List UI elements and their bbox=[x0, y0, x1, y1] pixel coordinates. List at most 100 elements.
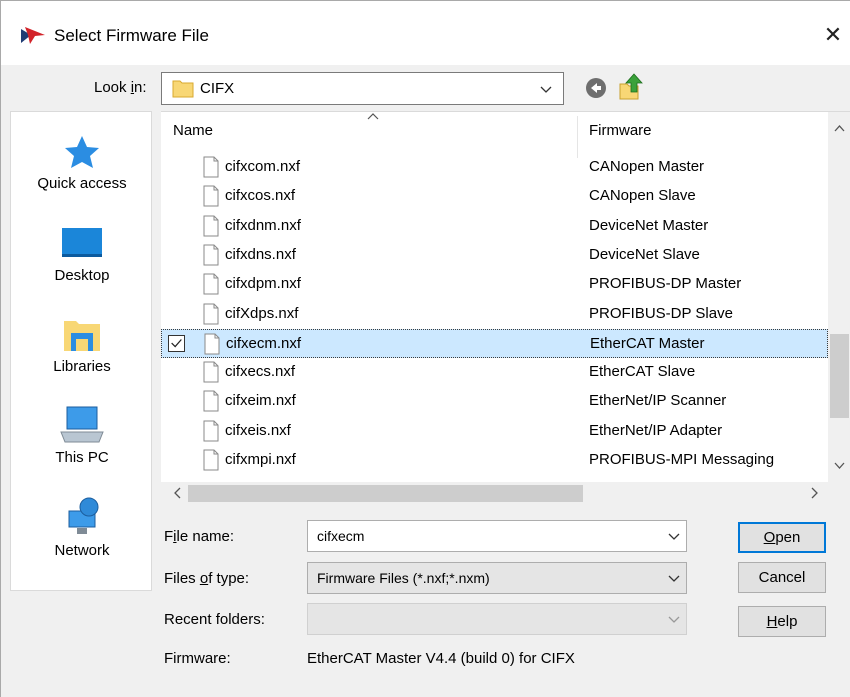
file-firmware: EtherNet/IP Adapter bbox=[589, 421, 723, 439]
file-list[interactable]: Name Firmware cifxcom.nxf CANopen Master c… bbox=[161, 111, 850, 505]
file-row[interactable]: cifxecs.nxf EtherCAT Slave bbox=[161, 358, 828, 387]
file-name: cifXdps.nxf bbox=[225, 304, 299, 322]
look-in-combo[interactable]: CIFX bbox=[161, 72, 564, 105]
sort-ascending-icon bbox=[367, 113, 379, 120]
network-icon bbox=[68, 497, 99, 534]
file-row[interactable]: cifXdps.nxf PROFIBUS-DP Slave bbox=[161, 300, 828, 329]
file-name-field[interactable]: cifxecm bbox=[307, 520, 687, 552]
place-label: Desktop bbox=[54, 267, 110, 284]
file-name: cifxcos.nxf bbox=[225, 187, 296, 205]
file-icon bbox=[203, 273, 219, 295]
chevron-down-icon bbox=[540, 86, 552, 93]
scroll-down-icon[interactable] bbox=[834, 462, 845, 470]
look-in-value: CIFX bbox=[200, 80, 235, 97]
file-row[interactable]: cifxeim.nxf EtherNet/IP Scanner bbox=[161, 387, 828, 416]
file-row[interactable]: cifxmpi.nxf PROFIBUS-MPI Messaging bbox=[161, 446, 828, 475]
file-icon bbox=[203, 361, 219, 383]
libraries-icon bbox=[64, 321, 100, 351]
chevron-down-icon bbox=[668, 575, 680, 582]
file-firmware: CANopen Slave bbox=[589, 187, 696, 205]
place-this-pc[interactable]: This PC bbox=[11, 404, 153, 466]
file-name: cifxdnm.nxf bbox=[225, 216, 301, 234]
file-row[interactable]: cifxdpm.nxf PROFIBUS-DP Master bbox=[161, 270, 828, 299]
files-of-type-select[interactable]: Firmware Files (*.nxf;*.nxm) bbox=[307, 562, 687, 594]
file-icon bbox=[203, 390, 219, 412]
up-folder-icon[interactable] bbox=[618, 72, 644, 102]
file-firmware: PROFIBUS-MPI Messaging bbox=[589, 451, 775, 468]
file-name: cifxcom.nxf bbox=[225, 158, 301, 175]
file-name: cifxecs.nxf bbox=[225, 363, 296, 381]
file-icon bbox=[203, 185, 219, 207]
places-bar: Quick access Desktop Libraries This PC N… bbox=[10, 111, 152, 591]
place-label: This PC bbox=[55, 449, 109, 466]
column-divider bbox=[577, 116, 578, 158]
column-header-name[interactable]: Name bbox=[173, 122, 213, 139]
desktop-icon bbox=[62, 228, 102, 257]
back-arrow-icon[interactable] bbox=[585, 77, 607, 99]
file-name: cifxdns.nxf bbox=[225, 245, 296, 263]
file-row[interactable]: cifxcom.nxf CANopen Master bbox=[161, 153, 828, 182]
place-desktop[interactable]: Desktop bbox=[11, 224, 153, 284]
recent-folders-select bbox=[307, 603, 687, 635]
vertical-scroll-thumb[interactable] bbox=[830, 334, 849, 418]
file-row[interactable]: cifxdnm.nxf DeviceNet Master bbox=[161, 212, 828, 241]
horizontal-scrollbar[interactable] bbox=[161, 482, 828, 505]
file-name: cifxecm.nxf bbox=[226, 334, 302, 352]
file-icon bbox=[203, 156, 219, 178]
files-of-type-value: Firmware Files (*.nxf;*.nxm) bbox=[317, 570, 490, 586]
scroll-left-icon[interactable] bbox=[173, 487, 181, 499]
chevron-down-icon[interactable] bbox=[668, 533, 680, 541]
file-row[interactable]: cifxcos.nxf CANopen Slave bbox=[161, 182, 828, 211]
firmware-label: Firmware: bbox=[164, 650, 231, 667]
files-of-type-label: Files of type: bbox=[164, 570, 250, 587]
star-icon bbox=[65, 136, 99, 168]
place-libraries[interactable]: Libraries bbox=[11, 315, 153, 375]
file-row[interactable]: cifxeis.nxf EtherNet/IP Adapter bbox=[161, 417, 828, 446]
file-firmware: PROFIBUS-DP Slave bbox=[589, 304, 733, 322]
file-firmware: EtherCAT Slave bbox=[589, 363, 696, 381]
file-name-value: cifxecm bbox=[317, 528, 365, 544]
file-firmware: DeviceNet Master bbox=[589, 216, 709, 234]
file-firmware: EtherNet/IP Scanner bbox=[589, 392, 727, 410]
file-firmware: CANopen Master bbox=[589, 158, 705, 175]
file-icon bbox=[203, 449, 219, 471]
file-icon bbox=[204, 333, 220, 355]
app-logo-icon bbox=[21, 27, 45, 44]
scroll-up-icon[interactable] bbox=[834, 124, 845, 132]
firmware-value: EtherCAT Master V4.4 (build 0) for CIFX bbox=[307, 650, 575, 667]
file-firmware: DeviceNet Slave bbox=[589, 245, 700, 263]
close-icon[interactable]: ✕ bbox=[819, 21, 847, 49]
horizontal-scroll-thumb[interactable] bbox=[188, 485, 583, 502]
file-name: cifxeis.nxf bbox=[225, 421, 291, 439]
file-row-selected[interactable]: cifxecm.nxf EtherCAT Master bbox=[161, 328, 828, 358]
file-row[interactable]: cifxdns.nxf DeviceNet Slave bbox=[161, 241, 828, 270]
place-label: Quick access bbox=[37, 175, 127, 192]
file-icon bbox=[203, 215, 219, 237]
column-header-firmware[interactable]: Firmware bbox=[589, 122, 652, 139]
file-name-label: File name: bbox=[164, 528, 235, 545]
place-network[interactable]: Network bbox=[11, 497, 153, 559]
open-button[interactable]: Open bbox=[738, 522, 826, 553]
file-icon bbox=[203, 420, 219, 442]
place-label: Libraries bbox=[53, 358, 111, 375]
help-button[interactable]: Help bbox=[738, 606, 826, 637]
recent-folders-label: Recent folders: bbox=[164, 611, 265, 628]
cancel-button[interactable]: Cancel bbox=[738, 562, 826, 593]
file-name: cifxmpi.nxf bbox=[225, 451, 296, 468]
window-title: Select Firmware File bbox=[54, 26, 209, 45]
scroll-right-icon[interactable] bbox=[811, 487, 819, 499]
vertical-scrollbar[interactable] bbox=[828, 112, 850, 482]
place-label: Network bbox=[54, 542, 110, 559]
computer-icon bbox=[60, 406, 104, 443]
dialog-window: Select Firmware File ✕ Look in: CIFX Qui… bbox=[0, 0, 850, 697]
file-firmware: PROFIBUS-DP Master bbox=[589, 275, 742, 293]
file-name: cifxeim.nxf bbox=[225, 392, 296, 410]
look-in-label: Look in: bbox=[94, 79, 147, 96]
file-icon bbox=[203, 303, 219, 324]
checkbox-checked-icon[interactable] bbox=[168, 334, 185, 352]
place-quick-access[interactable]: Quick access bbox=[11, 134, 153, 192]
file-name: cifxdpm.nxf bbox=[225, 275, 301, 293]
file-firmware: EtherCAT Master bbox=[590, 334, 705, 352]
scrollbar-corner bbox=[828, 482, 850, 505]
folder-icon bbox=[172, 80, 194, 98]
